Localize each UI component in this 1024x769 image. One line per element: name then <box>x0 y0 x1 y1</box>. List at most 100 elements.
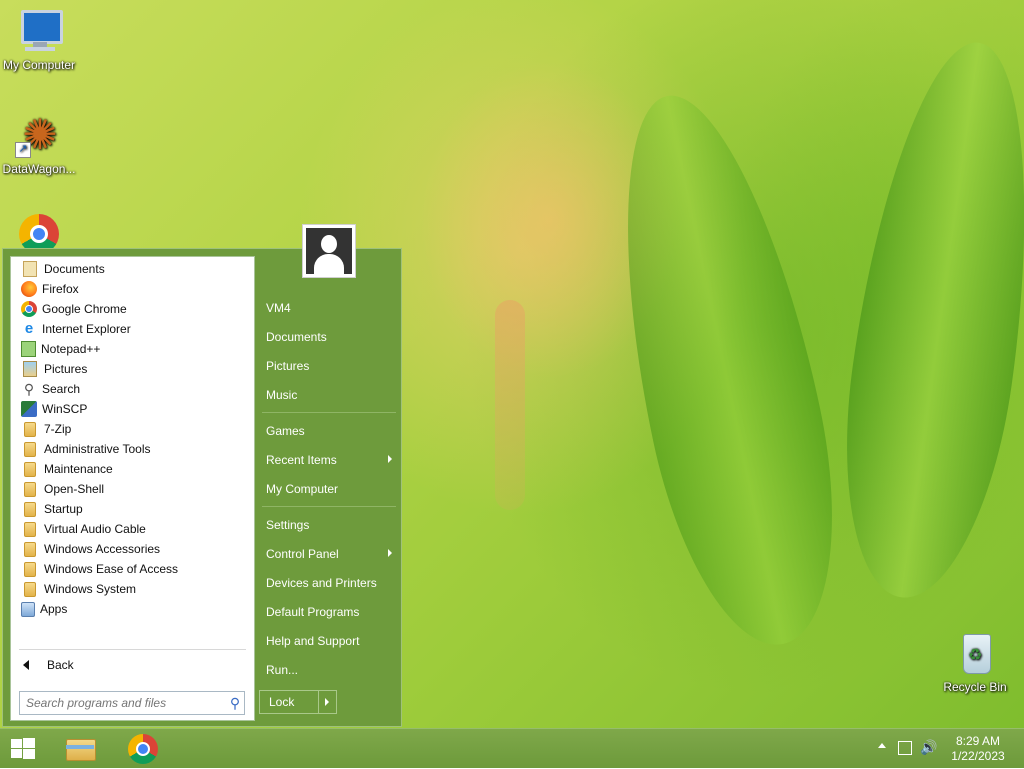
clock-time: 8:29 AM <box>955 734 1001 748</box>
start-search-box: ⚲ <box>19 691 245 715</box>
menu-item-pictures[interactable]: Pictures <box>260 351 400 380</box>
volume-icon[interactable]: 🔊 <box>920 739 937 756</box>
program-label: Pictures <box>44 362 88 376</box>
menu-item-devices-printers[interactable]: Devices and Printers <box>260 568 400 597</box>
menu-item-label: Music <box>266 387 298 402</box>
program-notepad-plus-plus[interactable]: Notepad++ <box>11 339 254 359</box>
taskbar-file-explorer[interactable] <box>62 733 98 765</box>
menu-item-my-computer[interactable]: My Computer <box>260 474 400 503</box>
program-administrative-tools[interactable]: Administrative Tools <box>11 439 254 459</box>
menu-item-default-programs[interactable]: Default Programs <box>260 597 400 626</box>
apps-icon <box>21 601 35 617</box>
program-label: Documents <box>44 262 105 276</box>
program-internet-explorer[interactable]: e Internet Explorer <box>11 319 254 339</box>
program-open-shell[interactable]: Open-Shell <box>11 479 254 499</box>
lock-label[interactable]: Lock <box>260 691 319 713</box>
menu-item-label: Pictures <box>266 358 310 373</box>
program-startup[interactable]: Startup <box>11 499 254 519</box>
menu-item-label: Documents <box>266 329 327 344</box>
menu-item-label: Settings <box>266 517 310 532</box>
back-button[interactable]: Back <box>11 653 254 677</box>
user-avatar[interactable] <box>302 224 356 278</box>
search-icon[interactable]: ⚲ <box>226 695 244 712</box>
program-maintenance[interactable]: Maintenance <box>11 459 254 479</box>
documents-icon <box>23 261 37 277</box>
internet-explorer-icon: e <box>24 320 34 337</box>
menu-item-settings[interactable]: Settings <box>260 510 400 539</box>
program-search[interactable]: ⚲ Search <box>11 379 254 399</box>
submenu-arrow-icon <box>388 455 392 463</box>
network-icon[interactable] <box>898 741 912 755</box>
back-arrow-icon <box>23 660 29 670</box>
program-label: Virtual Audio Cable <box>44 522 146 536</box>
menu-item-run[interactable]: Run... <box>260 655 400 684</box>
menu-item-recent-items[interactable]: Recent Items <box>260 445 400 474</box>
menu-item-label: Recent Items <box>266 452 337 467</box>
start-menu-right-pane: VM4 Documents Pictures Music Games Recen… <box>260 293 400 684</box>
menu-item-label: VM4 <box>266 300 291 315</box>
program-winscp[interactable]: WinSCP <box>11 399 254 419</box>
program-label: Google Chrome <box>42 302 127 316</box>
menu-item-help-support[interactable]: Help and Support <box>260 626 400 655</box>
back-label: Back <box>47 658 74 672</box>
clock-date: 1/22/2023 <box>951 749 1005 763</box>
menu-item-music[interactable]: Music <box>260 380 400 409</box>
pictures-icon <box>23 361 37 377</box>
datawagon-icon: ✺ ↗ <box>15 112 63 160</box>
program-label: Internet Explorer <box>42 322 131 336</box>
divider <box>19 649 246 650</box>
program-apps[interactable]: Apps <box>11 599 254 619</box>
taskbar: 🔊 8:29 AM 1/22/2023 <box>0 728 1024 768</box>
program-windows-accessories[interactable]: Windows Accessories <box>11 539 254 559</box>
divider <box>262 506 396 507</box>
menu-item-label: Run... <box>266 662 299 677</box>
menu-item-label: Games <box>266 423 305 438</box>
search-input[interactable] <box>20 692 226 714</box>
program-windows-ease-of-access[interactable]: Windows Ease of Access <box>11 559 254 579</box>
program-google-chrome[interactable]: Google Chrome <box>11 299 254 319</box>
folder-icon <box>24 481 36 497</box>
taskbar-chrome[interactable] <box>128 734 158 764</box>
computer-icon <box>15 8 63 56</box>
program-label: Notepad++ <box>41 342 101 356</box>
start-button[interactable] <box>8 735 38 763</box>
menu-item-control-panel[interactable]: Control Panel <box>260 539 400 568</box>
program-virtual-audio-cable[interactable]: Virtual Audio Cable <box>11 519 254 539</box>
program-label: Apps <box>40 602 68 616</box>
menu-item-documents[interactable]: Documents <box>260 322 400 351</box>
menu-item-label: Help and Support <box>266 633 360 648</box>
recycle-bin-icon <box>951 630 999 678</box>
divider <box>262 412 396 413</box>
program-label: Administrative Tools <box>44 442 151 456</box>
program-label: Windows Accessories <box>44 542 161 556</box>
program-firefox[interactable]: Firefox <box>11 279 254 299</box>
show-hidden-icons-icon[interactable] <box>878 743 886 748</box>
folder-icon <box>24 501 36 517</box>
program-label: Startup <box>44 502 83 516</box>
desktop-icon-recycle-bin[interactable]: Recycle Bin <box>935 630 1015 694</box>
wallpaper-stem <box>495 300 525 510</box>
chrome-icon <box>21 301 37 317</box>
program-documents[interactable]: Documents <box>11 259 254 279</box>
clock[interactable]: 8:29 AM 1/22/2023 <box>942 734 1014 764</box>
program-windows-system[interactable]: Windows System <box>11 579 254 599</box>
folder-icon <box>24 521 36 537</box>
winscp-icon <box>21 401 37 417</box>
lock-options-arrow-icon[interactable] <box>319 691 336 713</box>
program-label: WinSCP <box>42 402 88 416</box>
menu-item-vm4[interactable]: VM4 <box>260 293 400 322</box>
desktop-icon-my-computer[interactable]: My Computer <box>0 8 79 72</box>
folder-icon <box>24 421 36 437</box>
menu-item-games[interactable]: Games <box>260 416 400 445</box>
program-7-zip[interactable]: 7-Zip <box>11 419 254 439</box>
shortcut-arrow-icon: ↗ <box>15 142 31 158</box>
program-label: Firefox <box>42 282 79 296</box>
menu-item-label: My Computer <box>266 481 339 496</box>
folder-icon <box>24 561 36 577</box>
programs-pane: Documents Firefox Google Chrome e Interne… <box>10 256 255 721</box>
programs-list: Documents Firefox Google Chrome e Interne… <box>11 259 254 619</box>
desktop-icon-label: Recycle Bin <box>943 680 1007 694</box>
desktop-icon-datawagon[interactable]: ✺ ↗ DataWagon... <box>0 112 79 177</box>
program-pictures[interactable]: Pictures <box>11 359 254 379</box>
program-label: Maintenance <box>44 462 113 476</box>
